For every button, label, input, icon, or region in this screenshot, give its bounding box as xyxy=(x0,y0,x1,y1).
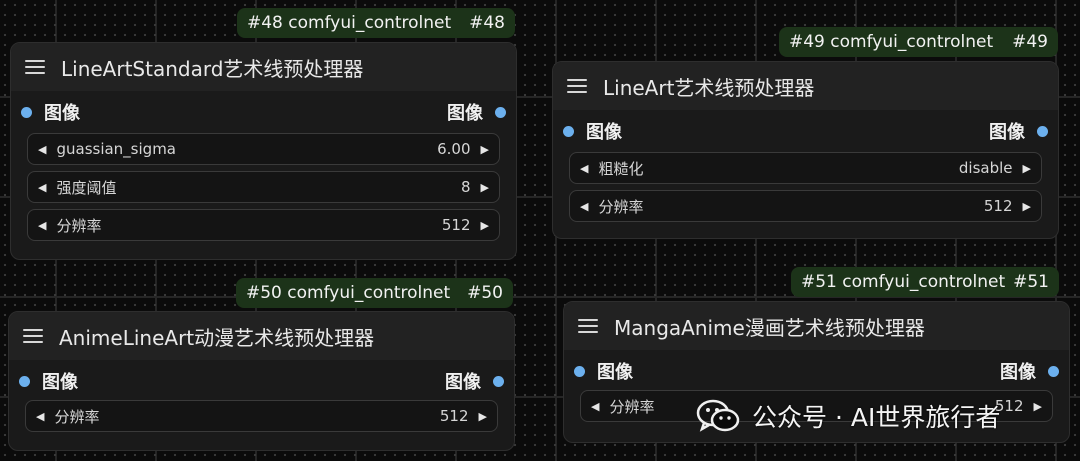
watermark: 公众号 · AI世界旅行者 xyxy=(696,395,1000,437)
increment-arrow-icon[interactable]: ▶ xyxy=(1023,200,1031,213)
node-tag-label: #50 comfyui_controlnet xyxy=(246,283,450,303)
hamburger-menu-icon[interactable] xyxy=(578,316,598,336)
node-id: #51 xyxy=(801,272,837,292)
increment-arrow-icon[interactable]: ▶ xyxy=(481,143,489,156)
decrement-arrow-icon[interactable]: ◀ xyxy=(38,219,46,232)
watermark-text: 公众号 · AI世界旅行者 xyxy=(752,403,1001,432)
node-id-badge: #50 xyxy=(467,283,503,303)
input-slot-dot[interactable] xyxy=(19,375,30,387)
input-label: 图像 xyxy=(44,103,80,124)
io-row: 图像 图像 xyxy=(11,95,516,129)
widget-strength-threshold[interactable]: ◀ 强度阈值 8 ▶ xyxy=(27,171,500,203)
node-header[interactable]: LineArt艺术线预处理器 xyxy=(553,62,1058,110)
widget-resolution[interactable]: ◀ 分辨率 512 ▶ xyxy=(25,400,498,432)
increment-arrow-icon[interactable]: ▶ xyxy=(1023,162,1031,175)
decrement-arrow-icon[interactable]: ◀ xyxy=(38,181,46,194)
node-lineart[interactable]: LineArt艺术线预处理器 图像 图像 ◀ 粗糙化 disable ▶ ◀ 分辨率 … xyxy=(552,61,1059,239)
node-source: comfyui_controlnet xyxy=(288,13,452,33)
node-source: comfyui_controlnet xyxy=(842,272,1006,292)
io-row: 图像 图像 xyxy=(9,364,514,398)
widget-label: 粗糙化 xyxy=(598,159,644,178)
node-title: MangaAnime漫画艺术线预处理器 xyxy=(614,315,925,340)
node-title: AnimeLineArt动漫艺术线预处理器 xyxy=(59,325,375,350)
output-slot-dot[interactable] xyxy=(1048,365,1059,377)
output-label: 图像 xyxy=(1000,362,1036,383)
node-tag: #51 comfyui_controlnet #51 xyxy=(791,267,1059,297)
widget-label: 分辨率 xyxy=(54,407,100,426)
node-header[interactable]: LineArtStandard艺术线预处理器 xyxy=(11,43,516,91)
widget-value: 512 xyxy=(441,216,471,234)
increment-arrow-icon[interactable]: ▶ xyxy=(1034,400,1042,413)
node-header[interactable]: MangaAnime漫画艺术线预处理器 xyxy=(564,302,1069,350)
widget-label: 分辨率 xyxy=(598,197,644,216)
input-slot-dot[interactable] xyxy=(21,106,32,118)
output-slot-dot[interactable] xyxy=(1037,125,1048,137)
hamburger-menu-icon[interactable] xyxy=(23,326,43,346)
widget-value: 6.00 xyxy=(437,140,471,158)
node-id: #48 xyxy=(247,13,283,33)
input-slot-dot[interactable] xyxy=(563,125,574,137)
widget-resolution[interactable]: ◀ 分辨率 512 ▶ xyxy=(569,190,1042,222)
input-label: 图像 xyxy=(597,362,633,383)
node-header[interactable]: AnimeLineArt动漫艺术线预处理器 xyxy=(9,312,514,360)
widget-label: guassian_sigma xyxy=(56,140,176,158)
widget-label: 强度阈值 xyxy=(56,178,117,197)
node-tag-label: #49 comfyui_controlnet xyxy=(789,32,993,52)
node-id-badge: #49 xyxy=(1012,32,1048,52)
input-slot-dot[interactable] xyxy=(574,365,585,377)
input-label: 图像 xyxy=(586,122,622,143)
node-id: #50 xyxy=(246,283,282,303)
increment-arrow-icon[interactable]: ▶ xyxy=(481,219,489,232)
widget-value: 512 xyxy=(983,197,1013,215)
widget-value: 512 xyxy=(439,407,469,425)
node-lineart-standard[interactable]: LineArtStandard艺术线预处理器 图像 图像 ◀ guassian_s… xyxy=(10,42,517,260)
node-tag: #49 comfyui_controlnet #49 xyxy=(779,27,1058,57)
output-label: 图像 xyxy=(447,103,483,124)
node-title: LineArtStandard艺术线预处理器 xyxy=(61,56,364,81)
widget-coarse[interactable]: ◀ 粗糙化 disable ▶ xyxy=(569,152,1042,184)
node-tag: #50 comfyui_controlnet #50 xyxy=(236,278,513,308)
decrement-arrow-icon[interactable]: ◀ xyxy=(591,400,599,413)
output-label: 图像 xyxy=(989,122,1025,143)
widget-label: 分辨率 xyxy=(56,216,102,235)
input-label: 图像 xyxy=(42,372,78,393)
node-source: comfyui_controlnet xyxy=(830,32,994,52)
node-source: comfyui_controlnet xyxy=(287,283,451,303)
node-id-badge: #48 xyxy=(469,13,505,33)
decrement-arrow-icon[interactable]: ◀ xyxy=(36,410,44,423)
output-slot-dot[interactable] xyxy=(493,375,504,387)
widget-guassian-sigma[interactable]: ◀ guassian_sigma 6.00 ▶ xyxy=(27,133,500,165)
output-label: 图像 xyxy=(445,372,481,393)
widget-label: 分辨率 xyxy=(609,397,655,416)
increment-arrow-icon[interactable]: ▶ xyxy=(479,410,487,423)
increment-arrow-icon[interactable]: ▶ xyxy=(481,181,489,194)
widget-value: 8 xyxy=(460,178,471,196)
wechat-icon xyxy=(696,399,740,433)
io-row: 图像 图像 xyxy=(564,354,1069,388)
decrement-arrow-icon[interactable]: ◀ xyxy=(580,200,588,213)
widget-resolution[interactable]: ◀ 分辨率 512 ▶ xyxy=(27,209,500,241)
hamburger-menu-icon[interactable] xyxy=(25,57,45,77)
node-tag-label: #48 comfyui_controlnet xyxy=(247,13,451,33)
node-tag-label: #51 comfyui_controlnet xyxy=(801,272,1005,292)
io-row: 图像 图像 xyxy=(553,114,1058,148)
node-tag: #48 comfyui_controlnet #48 xyxy=(237,8,515,38)
hamburger-menu-icon[interactable] xyxy=(567,76,587,96)
decrement-arrow-icon[interactable]: ◀ xyxy=(580,162,588,175)
output-slot-dot[interactable] xyxy=(495,106,506,118)
decrement-arrow-icon[interactable]: ◀ xyxy=(38,143,46,156)
widget-value: disable xyxy=(958,159,1013,177)
node-id-badge: #51 xyxy=(1013,272,1049,292)
node-id: #49 xyxy=(789,32,825,52)
node-title: LineArt艺术线预处理器 xyxy=(603,75,815,100)
node-anime-lineart[interactable]: AnimeLineArt动漫艺术线预处理器 图像 图像 ◀ 分辨率 512 ▶ xyxy=(8,311,515,451)
